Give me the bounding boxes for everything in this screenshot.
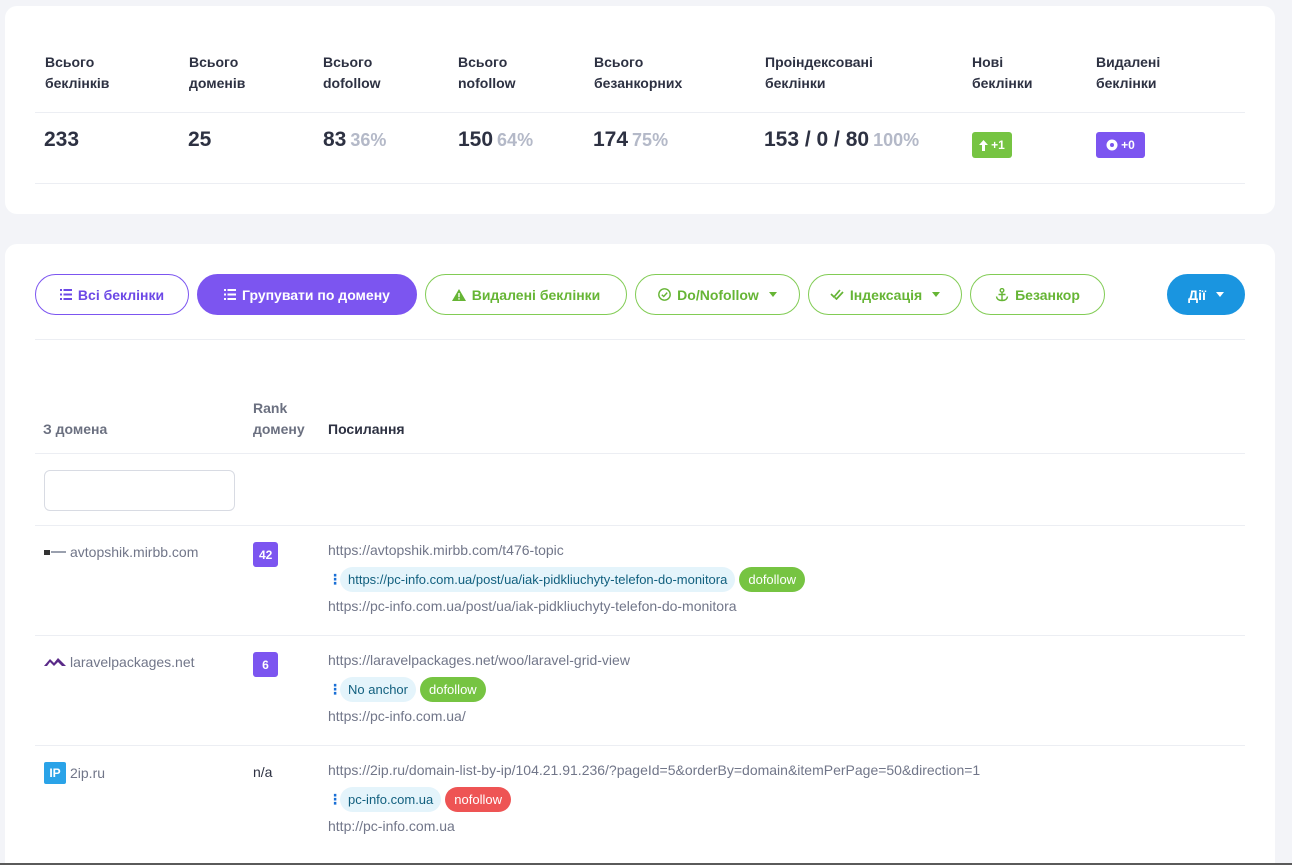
ip-logo-icon: IP (44, 762, 66, 784)
arrow-up-icon (979, 139, 989, 151)
warning-icon (451, 288, 466, 301)
row-domain[interactable]: laravelpackages.net (44, 654, 195, 670)
column-header-domain[interactable]: З домена (43, 419, 107, 440)
table-row: laravelpackages.net 6 https://laravelpac… (35, 635, 1245, 745)
stat-label: Нові беклінки (972, 54, 1033, 91)
row-domain[interactable]: IP 2ip.ru (44, 762, 105, 784)
target-link[interactable]: http://pc-info.com.ua (328, 818, 455, 834)
target-link[interactable]: https://pc-info.com.ua/ (328, 708, 466, 724)
anchor-line: ⋮ pc-info.com.ua nofollow (328, 787, 511, 812)
row-domain[interactable]: avtopshik.mirbb.com (44, 544, 198, 560)
column-header-rank[interactable]: Rank домену (253, 398, 305, 440)
stat-value: 153 / 0 / 80 100% (764, 128, 920, 151)
mountain-logo-icon (44, 658, 66, 666)
stat-label: Всього безанкорних (594, 54, 683, 91)
rank-value: n/a (253, 764, 273, 780)
stats-card: Всього беклінків 233 Всього доменів 25 В… (5, 6, 1275, 214)
stat-percent: 100% (873, 130, 920, 150)
double-check-icon (830, 289, 844, 300)
list-icon (59, 289, 72, 300)
deleted-backlinks-button[interactable]: Видалені беклінки (425, 274, 627, 315)
actions-dropdown[interactable]: Дії (1167, 274, 1245, 315)
deleted-backlinks-badge[interactable]: +0 (1096, 132, 1145, 158)
stat-label: Всього dofollow (323, 54, 381, 91)
divider (35, 339, 1245, 340)
stat-value: 83 36% (323, 128, 387, 151)
anchor-text: https://pc-info.com.ua/post/ua/iak-pidkl… (340, 567, 736, 592)
domain-filter-input[interactable] (44, 470, 235, 511)
stat-percent: 36% (350, 130, 387, 150)
divider (35, 112, 1245, 113)
stat-value: 233 (44, 128, 80, 151)
chevron-down-icon (932, 292, 941, 297)
backlinks-card: Всі беклінки Групувати по домену Видален… (5, 244, 1275, 865)
new-backlinks-badge[interactable]: +1 (972, 132, 1012, 158)
anchor-line: ⋮ https://pc-info.com.ua/post/ua/iak-pid… (328, 567, 806, 592)
anchor-text: pc-info.com.ua (340, 787, 442, 812)
stat-label: Всього nofollow (458, 54, 516, 91)
stat-value: 25 (188, 128, 212, 151)
rank-badge: 6 (253, 652, 278, 677)
indexation-filter-dropdown[interactable]: Індексація (808, 274, 962, 315)
stat-label: Проіндексовані беклінки (765, 54, 873, 91)
stat-value: 150 64% (458, 128, 534, 151)
stat-label: Всього доменів (189, 54, 246, 91)
stat-value: 174 75% (593, 128, 669, 151)
group-by-domain-button[interactable]: Групувати по домену (197, 274, 417, 315)
all-backlinks-button[interactable]: Всі беклінки (35, 274, 189, 315)
source-link[interactable]: https://2ip.ru/domain-list-by-ip/104.21.… (328, 762, 980, 778)
divider (35, 183, 1245, 184)
anchor-icon (995, 287, 1009, 301)
dofollow-filter-dropdown[interactable]: Do/Nofollow (635, 274, 800, 315)
stat-percent: 64% (497, 130, 534, 150)
column-header-link: Посилання (328, 421, 405, 437)
follow-badge: dofollow (419, 677, 486, 702)
anchor-text: No anchor (340, 677, 416, 702)
table-row: IP 2ip.ru n/a https://2ip.ru/domain-list… (35, 745, 1245, 855)
chevron-down-icon (1215, 292, 1224, 297)
more-vertical-icon[interactable]: ⋮ (328, 791, 342, 808)
more-vertical-icon[interactable]: ⋮ (328, 571, 342, 588)
rank-badge: 42 (253, 542, 279, 567)
stat-percent: 75% (632, 130, 669, 150)
list-icon (224, 289, 237, 300)
anchor-line: ⋮ No anchor dofollow (328, 677, 486, 702)
noanchor-filter-button[interactable]: Безанкор (970, 274, 1105, 315)
more-vertical-icon[interactable]: ⋮ (328, 681, 342, 698)
divider (35, 453, 1245, 454)
target-link[interactable]: https://pc-info.com.ua/post/ua/iak-pidkl… (328, 598, 737, 614)
source-link[interactable]: https://avtopshik.mirbb.com/t476-topic (328, 542, 564, 558)
source-link[interactable]: https://laravelpackages.net/woo/laravel-… (328, 652, 630, 668)
check-circle-icon (658, 288, 672, 301)
circle-icon (1106, 139, 1118, 151)
chevron-down-icon (768, 292, 777, 297)
table-row: avtopshik.mirbb.com 42 https://avtopshik… (35, 525, 1245, 635)
site-favicon-icon (44, 550, 66, 555)
follow-badge: nofollow (445, 787, 511, 812)
stat-label: Всього беклінків (45, 54, 110, 91)
stat-label: Видалені беклінки (1096, 54, 1161, 91)
follow-badge: dofollow (739, 567, 806, 592)
